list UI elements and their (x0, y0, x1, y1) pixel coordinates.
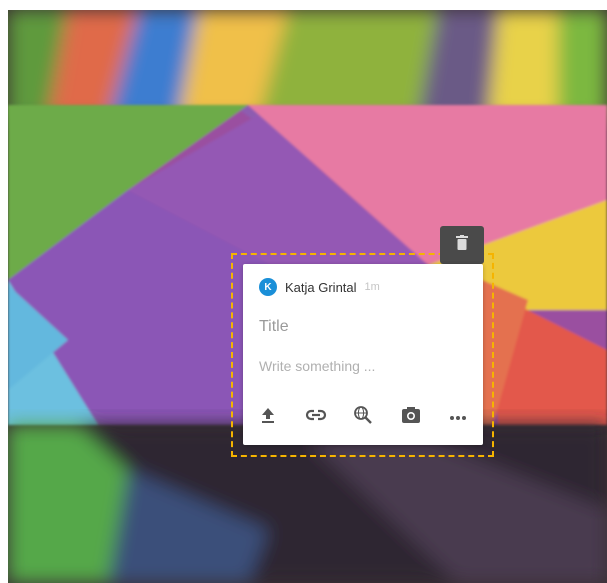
upload-icon (259, 406, 277, 429)
delete-button[interactable] (440, 226, 484, 264)
note-author: K Katja Grintal 1m (259, 278, 380, 296)
note-toolbar (255, 404, 471, 430)
link-icon (305, 408, 327, 427)
title-input[interactable] (257, 314, 471, 340)
web-search-icon (353, 405, 373, 430)
more-button[interactable] (445, 404, 471, 430)
body-input[interactable] (257, 354, 471, 378)
timestamp: 1m (364, 281, 380, 293)
trash-icon (455, 234, 469, 256)
link-button[interactable] (303, 404, 329, 430)
author-name: Katja Grintal (285, 279, 357, 295)
more-icon (449, 408, 467, 426)
camera-icon (401, 406, 421, 429)
upload-button[interactable] (255, 404, 281, 430)
note-card: K Katja Grintal 1m (243, 264, 483, 445)
avatar: K (259, 278, 277, 296)
camera-button[interactable] (398, 404, 424, 430)
web-search-button[interactable] (350, 404, 376, 430)
